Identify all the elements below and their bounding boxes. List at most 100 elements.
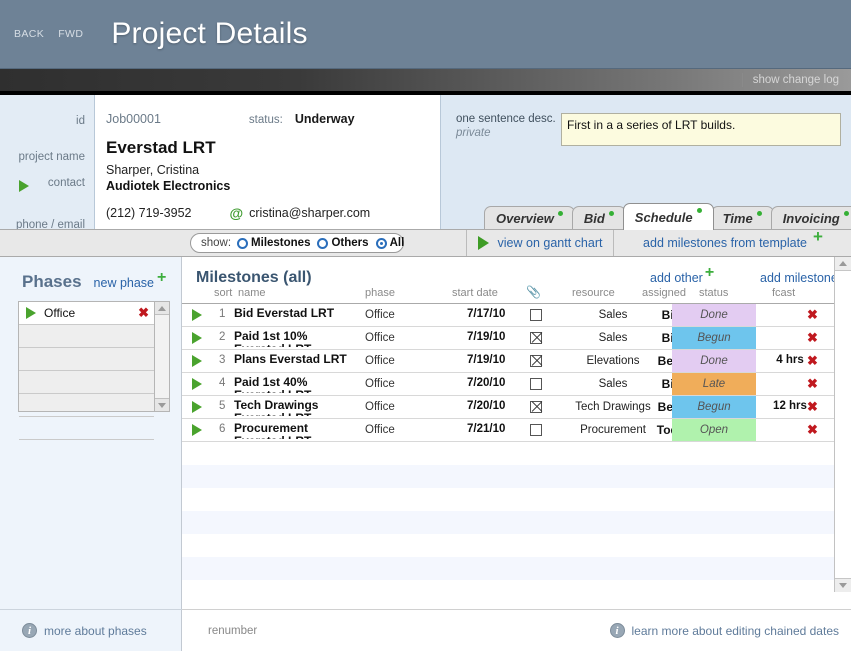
table-row-empty[interactable] <box>182 488 851 511</box>
value-project-name[interactable]: Everstad LRT <box>106 138 440 158</box>
cell-status[interactable]: Done <box>672 350 756 372</box>
delete-row-icon[interactable]: ✖ <box>807 422 818 438</box>
column-header-name[interactable]: name <box>238 287 266 299</box>
phase-list-item[interactable] <box>19 348 154 371</box>
cell-status[interactable]: Done <box>672 304 756 326</box>
delete-row-icon[interactable]: ✖ <box>807 376 818 392</box>
tab-overview-label: Overview <box>496 211 554 226</box>
add-milestones-from-template-button[interactable]: add milestones from template + <box>615 228 851 256</box>
value-contact-name[interactable]: Sharper, Cristina <box>106 163 440 177</box>
cell-status[interactable]: Open <box>672 419 756 441</box>
cell-phase[interactable]: Office <box>365 309 395 321</box>
more-about-phases-link[interactable]: more about phases <box>44 624 147 638</box>
table-row[interactable]: 5 Tech Drawings Everstad LRT Office 7/20/10… <box>182 396 851 419</box>
phase-list-item[interactable]: Office ✖ <box>19 302 154 325</box>
table-row[interactable]: 4Paid 1st 40% Everstad LRTOffice7/20/10S… <box>182 373 851 396</box>
cell-phase[interactable]: Office <box>365 332 395 344</box>
radio-others-circle[interactable] <box>317 237 329 249</box>
radio-milestones-circle[interactable] <box>237 237 249 249</box>
tab-overview[interactable]: Overview <box>484 206 575 230</box>
value-email[interactable]: cristina@sharper.com <box>249 206 370 220</box>
radio-others[interactable]: Others <box>317 237 369 249</box>
table-row[interactable]: 2Paid 1st 10% Everstad LRTOffice7/19/10S… <box>182 327 851 350</box>
table-row[interactable]: 6Procurement Everstad LRTOffice7/21/10Pr… <box>182 419 851 442</box>
phase-list-item[interactable] <box>19 394 154 417</box>
cell-status[interactable]: Late <box>672 373 756 395</box>
cell-start-date[interactable]: 7/19/10 <box>467 354 505 366</box>
cell-name[interactable]: Paid 1st 10% Everstad LRT <box>234 330 354 347</box>
forward-button[interactable]: FWD <box>58 28 83 40</box>
plus-icon[interactable]: + <box>813 228 823 245</box>
cell-phase[interactable]: Office <box>365 401 395 413</box>
phases-scrollbar[interactable] <box>154 302 169 411</box>
tab-time[interactable]: Time <box>710 206 774 230</box>
delete-row-icon[interactable]: ✖ <box>807 330 818 346</box>
cell-name[interactable]: Tech Drawings Everstad LRT <box>234 399 354 416</box>
phases-scroll-up-button[interactable] <box>155 302 169 315</box>
phase-list-item[interactable] <box>19 417 154 440</box>
new-phase-plus-icon[interactable]: + <box>157 270 166 286</box>
value-status[interactable]: Underway <box>295 112 355 126</box>
phases-scroll-down-button[interactable] <box>155 398 169 411</box>
table-row-empty[interactable] <box>182 465 851 488</box>
cell-start-date[interactable]: 7/19/10 <box>467 331 505 343</box>
tab-invoicing[interactable]: Invoicing <box>770 206 851 230</box>
milestones-scroll-down-button[interactable] <box>835 578 851 592</box>
cell-start-date[interactable]: 7/21/10 <box>467 423 505 435</box>
column-header-phase[interactable]: phase <box>365 287 395 299</box>
description-input[interactable] <box>561 113 841 146</box>
cell-name[interactable]: Plans Everstad LRT <box>234 353 354 370</box>
cell-phase[interactable]: Office <box>365 355 395 367</box>
paperclip-icon[interactable]: 📎 <box>526 285 541 299</box>
cell-name[interactable]: Paid 1st 40% Everstad LRT <box>234 376 354 393</box>
delete-row-icon[interactable]: ✖ <box>807 307 818 323</box>
radio-all[interactable]: All <box>375 237 404 249</box>
column-header-assigned[interactable]: assigned <box>642 287 686 299</box>
cell-start-date[interactable]: 7/20/10 <box>467 400 505 412</box>
table-row-empty[interactable] <box>182 534 851 557</box>
show-change-log-button[interactable]: show change log <box>741 73 851 87</box>
phase-list-item[interactable] <box>19 325 154 348</box>
milestones-scroll-up-button[interactable] <box>835 257 851 271</box>
table-row-empty[interactable] <box>182 511 851 534</box>
tab-bid[interactable]: Bid <box>571 206 626 230</box>
column-header-fcast[interactable]: fcast <box>772 287 795 299</box>
cell-start-date[interactable]: 7/17/10 <box>467 308 505 320</box>
cell-status[interactable]: Begun <box>672 396 756 418</box>
table-row-empty[interactable] <box>182 557 851 580</box>
radio-all-circle[interactable] <box>375 237 387 249</box>
value-phone[interactable]: (212) 719-3952 <box>106 206 191 220</box>
add-other-button[interactable]: add other + <box>650 265 714 286</box>
radio-milestones[interactable]: Milestones <box>237 237 310 249</box>
column-header-resource[interactable]: resource <box>572 287 615 299</box>
cell-status[interactable]: Begun <box>672 327 756 349</box>
view-on-gantt-chart-button[interactable]: view on gantt chart <box>466 230 614 256</box>
milestones-scrollbar[interactable] <box>834 257 851 592</box>
renumber-button[interactable]: renumber <box>208 625 257 637</box>
table-row-empty[interactable] <box>182 580 851 603</box>
value-company[interactable]: Audiotek Electronics <box>106 179 440 193</box>
new-phase-button[interactable]: new phase <box>94 276 154 290</box>
cell-phase[interactable]: Office <box>365 424 395 436</box>
phase-arrow-icon[interactable] <box>26 307 36 319</box>
table-row-empty[interactable] <box>182 442 851 465</box>
delete-phase-icon[interactable]: ✖ <box>138 305 149 321</box>
delete-row-icon[interactable]: ✖ <box>807 399 818 415</box>
tab-schedule[interactable]: Schedule <box>622 203 714 230</box>
add-other-plus-icon[interactable]: + <box>705 264 714 281</box>
column-header-sort[interactable]: sort <box>214 287 232 299</box>
chained-dates-link[interactable]: learn more about editing chained dates <box>632 624 839 638</box>
caret-down-icon <box>839 583 847 588</box>
back-button[interactable]: BACK <box>14 28 44 40</box>
table-row[interactable]: 1 Bid Everstad LRT Office 7/17/10 Sales Bill D… <box>182 304 851 327</box>
phase-list-item[interactable] <box>19 371 154 394</box>
column-header-status[interactable]: status <box>699 287 728 299</box>
cell-name[interactable]: Procurement Everstad LRT <box>234 422 354 439</box>
column-header-start-date[interactable]: start date <box>452 287 498 299</box>
delete-row-icon[interactable]: ✖ <box>807 353 818 369</box>
cell-start-date[interactable]: 7/20/10 <box>467 377 505 389</box>
contact-arrow-icon[interactable] <box>19 180 29 192</box>
cell-name[interactable]: Bid Everstad LRT <box>234 307 354 324</box>
cell-phase[interactable]: Office <box>365 378 395 390</box>
table-row[interactable]: 3 Plans Everstad LRT Office 7/19/10 Elevatio… <box>182 350 851 373</box>
